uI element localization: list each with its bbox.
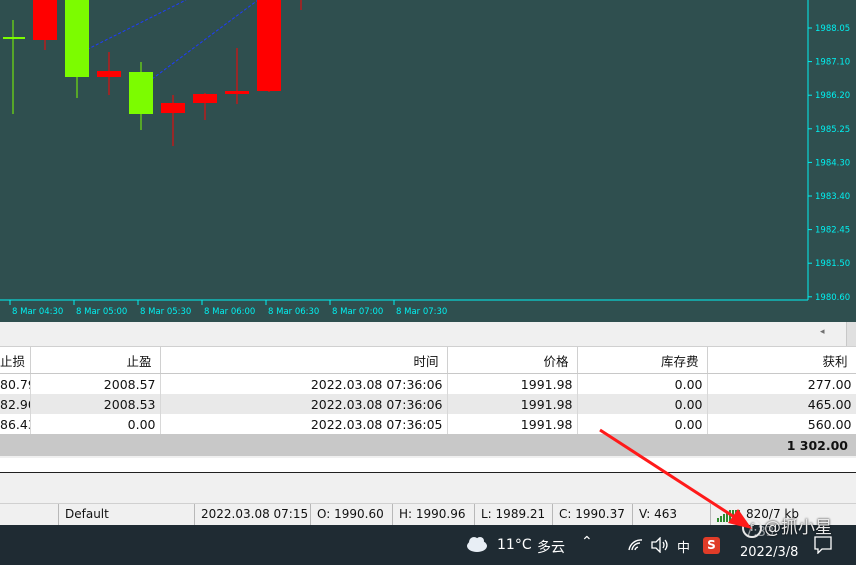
table-header-row: 止损 止盈 时间 价格 库存费 获利 [0, 347, 856, 374]
cell-tp: 2008.53 [30, 394, 161, 414]
cell-sl: 86.43 [0, 414, 31, 434]
table-row[interactable]: 86.43 0.00 2022.03.08 07:36:05 1991.98 0… [0, 414, 856, 434]
cell-profit: 277.00 [707, 373, 856, 394]
cell-price: 1991.98 [447, 414, 578, 434]
status-low: L: 1989.21 [474, 504, 553, 525]
price-label: 1981.50 [815, 259, 850, 269]
cell-price: 1991.98 [447, 373, 578, 394]
column-header-time[interactable]: 时间 [160, 347, 448, 374]
cell-tp: 0.00 [30, 414, 161, 434]
cell-swap: 0.00 [577, 394, 708, 414]
chart-canvas: 1988.05 1987.10 1986.20 1985.25 1984.30 1983.… [0, 0, 850, 317]
time-axis-labels: 8 Mar 04:30 8 Mar 05:00 8 Mar 05:30 8 Mar 0… [9, 300, 447, 317]
cell-price: 1991.98 [447, 394, 578, 414]
status-volume: V: 463 [632, 504, 709, 525]
cell-profit: 560.00 [707, 414, 856, 434]
status-bar: Default 2022.03.08 07:15 O: 1990.60 H: 1… [0, 504, 856, 525]
cell-time: 2022.03.08 07:36:05 [160, 414, 448, 434]
scroll-thumb[interactable] [846, 322, 856, 346]
time-label: 8 Mar 07:00 [332, 307, 383, 317]
sogou-ime-icon[interactable]: S [703, 537, 720, 554]
cell-profit: 465.00 [707, 394, 856, 414]
connection-bars-icon [717, 509, 740, 522]
candle [257, 0, 281, 92]
candle [3, 20, 25, 114]
price-label: 1983.40 [815, 192, 850, 202]
time-label: 8 Mar 05:00 [76, 307, 127, 317]
watermark: f @抓小星 [742, 513, 832, 538]
time-label: 8 Mar 06:00 [204, 307, 255, 317]
column-header-sl[interactable]: 止损 [0, 347, 31, 374]
candle [161, 95, 185, 146]
cell-time: 2022.03.08 07:36:06 [160, 373, 448, 394]
weather-temp[interactable]: 11°C [497, 537, 532, 553]
candle [193, 93, 217, 120]
candle [33, 0, 57, 50]
cell-time: 2022.03.08 07:36:06 [160, 394, 448, 414]
status-profile[interactable]: Default [58, 504, 195, 525]
windows-taskbar: 11°C 多云 ⌃ 中 S 7:33 2022/3/8 [0, 525, 856, 565]
column-header-price[interactable]: 价格 [447, 347, 578, 374]
price-chart[interactable]: 1988.05 1987.10 1986.20 1985.25 1984.30 1983.… [0, 0, 856, 322]
total-profit: 1 302.00 [0, 434, 856, 456]
watermark-logo-icon: f [742, 518, 762, 538]
watermark-text: @抓小星 [764, 518, 832, 538]
time-label: 8 Mar 05:30 [140, 307, 191, 317]
time-label: 8 Mar 06:30 [268, 307, 319, 317]
clock-date[interactable]: 2022/3/8 [740, 545, 798, 560]
price-label: 1988.05 [815, 24, 850, 34]
weather-desc[interactable]: 多云 [537, 537, 565, 557]
status-close: C: 1990.37 [552, 504, 637, 525]
cell-swap: 0.00 [577, 414, 708, 434]
price-label: 1980.60 [815, 293, 850, 303]
cell-tp: 2008.57 [30, 373, 161, 394]
table-row[interactable]: 80.79 2008.57 2022.03.08 07:36:06 1991.9… [0, 373, 856, 394]
volume-icon[interactable] [651, 537, 669, 553]
column-header-profit[interactable]: 获利 [707, 347, 856, 374]
notification-icon[interactable] [814, 536, 832, 554]
candle [65, 0, 89, 98]
cell-swap: 0.00 [577, 373, 708, 394]
price-label: 1986.20 [815, 91, 850, 101]
time-label: 8 Mar 07:30 [396, 307, 447, 317]
toolbox-tabs-area [0, 473, 856, 504]
scroll-left-icon[interactable]: ◂ [820, 327, 825, 337]
status-high: H: 1990.96 [392, 504, 473, 525]
price-label: 1985.25 [815, 125, 850, 135]
time-label: 8 Mar 04:30 [12, 307, 63, 317]
candle [225, 48, 249, 104]
table-empty-area [0, 458, 856, 473]
chart-scrollbar[interactable]: ◂ [0, 322, 856, 347]
cell-sl: 82.90 [0, 394, 31, 414]
price-label: 1987.10 [815, 58, 850, 68]
price-label: 1982.45 [815, 226, 850, 236]
price-axis-labels: 1988.05 1987.10 1986.20 1985.25 1984.30 1983.… [808, 24, 850, 303]
status-datetime: 2022.03.08 07:15 [194, 504, 311, 525]
trendline-upper[interactable] [77, 0, 187, 55]
candle [97, 52, 121, 95]
chevron-up-icon[interactable]: ⌃ [581, 534, 593, 550]
cell-sl: 80.79 [0, 373, 31, 394]
table-row[interactable]: 82.90 2008.53 2022.03.08 07:36:06 1991.9… [0, 394, 856, 414]
status-open: O: 1990.60 [310, 504, 393, 525]
column-header-tp[interactable]: 止盈 [30, 347, 161, 374]
trade-table: 止损 止盈 时间 价格 库存费 获利 80.79 2008.57 2022.03… [0, 347, 856, 456]
cloud-weather-icon[interactable] [465, 535, 489, 553]
total-row: 1 302.00 [0, 434, 856, 456]
column-header-swap[interactable]: 库存费 [577, 347, 708, 374]
candle [129, 62, 153, 130]
trendline-lower[interactable] [139, 0, 259, 89]
ime-indicator[interactable]: 中 [677, 537, 690, 556]
price-label: 1984.30 [815, 158, 850, 168]
wifi-icon[interactable] [628, 538, 644, 552]
